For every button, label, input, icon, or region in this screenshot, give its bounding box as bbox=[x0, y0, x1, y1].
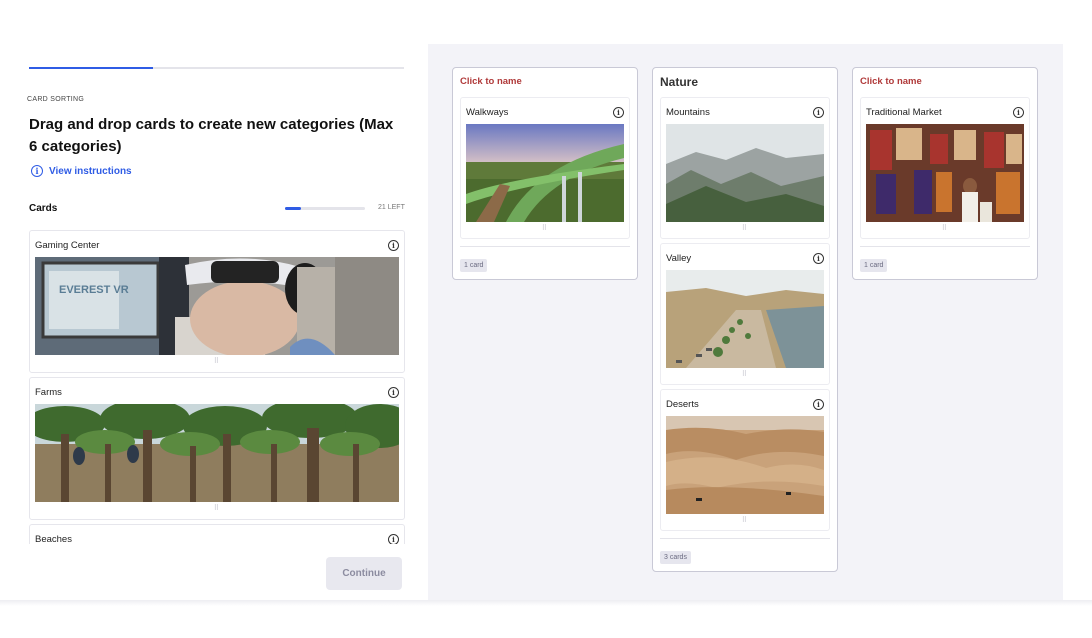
drag-handle-icon[interactable]: ⠿ bbox=[666, 225, 824, 235]
card-count-badge: 1 card bbox=[460, 259, 488, 272]
cards-remaining: 21 LEFT bbox=[378, 204, 405, 211]
categories-board[interactable]: Click to name Walkways i ⠿ 1 card Nature… bbox=[428, 44, 1063, 600]
left-panel: CARD SORTING Drag and drop cards to crea… bbox=[5, 44, 428, 600]
card-beaches[interactable]: Beaches i bbox=[29, 524, 405, 544]
info-icon[interactable]: i bbox=[1013, 107, 1024, 118]
card-header: Beaches i bbox=[35, 533, 399, 544]
mountain-ridge-photo bbox=[666, 124, 824, 222]
card-deserts[interactable]: Deserts i ⠿ bbox=[660, 389, 830, 531]
drag-handle-icon[interactable]: ⠿ bbox=[35, 358, 399, 368]
category-name-button[interactable]: Click to name bbox=[460, 75, 630, 89]
card-farms[interactable]: Farms i ⠿ bbox=[29, 377, 405, 520]
category-name-button[interactable]: Click to name bbox=[860, 75, 1030, 89]
souk-market-photo bbox=[866, 124, 1024, 222]
category-column-1[interactable]: Click to name Walkways i ⠿ 1 card bbox=[452, 67, 638, 280]
view-instructions-link[interactable]: i View instructions bbox=[31, 165, 132, 177]
card-title: Mountains bbox=[666, 107, 710, 118]
card-title: Deserts bbox=[666, 399, 699, 410]
card-title: Walkways bbox=[466, 107, 509, 118]
cards-label: Cards bbox=[29, 203, 58, 214]
card-header: Walkways i bbox=[466, 106, 624, 119]
card-count-badge: 3 cards bbox=[660, 551, 691, 564]
card-header: Deserts i bbox=[666, 398, 824, 411]
card-header: Traditional Market i bbox=[866, 106, 1024, 119]
category-footer: 1 card bbox=[460, 246, 630, 272]
card-header: Farms i bbox=[35, 386, 399, 399]
card-mountains[interactable]: Mountains i ⠿ bbox=[660, 97, 830, 239]
date-palm-farm-photo bbox=[35, 404, 399, 502]
info-icon[interactable]: i bbox=[813, 399, 824, 410]
info-icon: i bbox=[31, 165, 43, 177]
card-title: Valley bbox=[666, 253, 692, 264]
info-icon[interactable]: i bbox=[813, 253, 824, 264]
card-list[interactable]: Gaming Center i EVEREST VR ⠿ Farms i ⠿ B… bbox=[29, 230, 405, 544]
card-title: Farms bbox=[35, 387, 62, 398]
card-valley[interactable]: Valley i ⠿ bbox=[660, 243, 830, 385]
info-icon[interactable]: i bbox=[388, 240, 399, 251]
green-walkway-photo bbox=[466, 124, 624, 222]
info-icon[interactable]: i bbox=[613, 107, 624, 118]
category-column-2[interactable]: Nature Mountains i ⠿ Valley i ⠿ Deserts … bbox=[652, 67, 838, 572]
card-gaming-center[interactable]: Gaming Center i EVEREST VR ⠿ bbox=[29, 230, 405, 373]
cards-progress-bar bbox=[285, 207, 365, 210]
card-header: Mountains i bbox=[666, 106, 824, 119]
card-title: Gaming Center bbox=[35, 240, 100, 251]
valley-road-photo bbox=[666, 270, 824, 368]
drag-handle-icon[interactable]: ⠿ bbox=[666, 371, 824, 381]
category-name-button[interactable]: Nature bbox=[660, 75, 830, 89]
info-icon[interactable]: i bbox=[388, 534, 399, 544]
card-title: Beaches bbox=[35, 534, 72, 544]
drag-handle-icon[interactable]: ⠿ bbox=[666, 517, 824, 527]
card-title: Traditional Market bbox=[866, 107, 942, 118]
drag-handle-icon[interactable]: ⠿ bbox=[466, 225, 624, 235]
card-walkways[interactable]: Walkways i ⠿ bbox=[460, 97, 630, 239]
study-progress-bar bbox=[29, 67, 404, 69]
svg-text:EVEREST VR: EVEREST VR bbox=[59, 284, 129, 296]
card-sort-window: CARD SORTING Drag and drop cards to crea… bbox=[5, 44, 1063, 600]
continue-button[interactable]: Continue bbox=[326, 557, 402, 590]
drag-handle-icon[interactable]: ⠿ bbox=[35, 505, 399, 515]
vr-headset-photo: EVEREST VR bbox=[35, 257, 399, 355]
task-headline: Drag and drop cards to create new catego… bbox=[29, 116, 394, 155]
card-header: Valley i bbox=[666, 252, 824, 265]
info-icon[interactable]: i bbox=[813, 107, 824, 118]
info-icon[interactable]: i bbox=[388, 387, 399, 398]
category-footer: 1 card bbox=[860, 246, 1030, 272]
card-header: Gaming Center i bbox=[35, 239, 399, 252]
card-traditional-market[interactable]: Traditional Market i ⠿ bbox=[860, 97, 1030, 239]
page-bottom-edge bbox=[0, 600, 1092, 606]
category-column-3[interactable]: Click to name Traditional Market i ⠿ 1 c… bbox=[852, 67, 1038, 280]
cards-progress-fill bbox=[285, 207, 301, 210]
section-tag: CARD SORTING bbox=[27, 96, 85, 103]
category-footer: 3 cards bbox=[660, 538, 830, 564]
sand-dunes-photo bbox=[666, 416, 824, 514]
study-progress-fill bbox=[29, 67, 153, 69]
drag-handle-icon[interactable]: ⠿ bbox=[866, 225, 1024, 235]
view-instructions-label: View instructions bbox=[49, 165, 132, 177]
card-count-badge: 1 card bbox=[860, 259, 888, 272]
